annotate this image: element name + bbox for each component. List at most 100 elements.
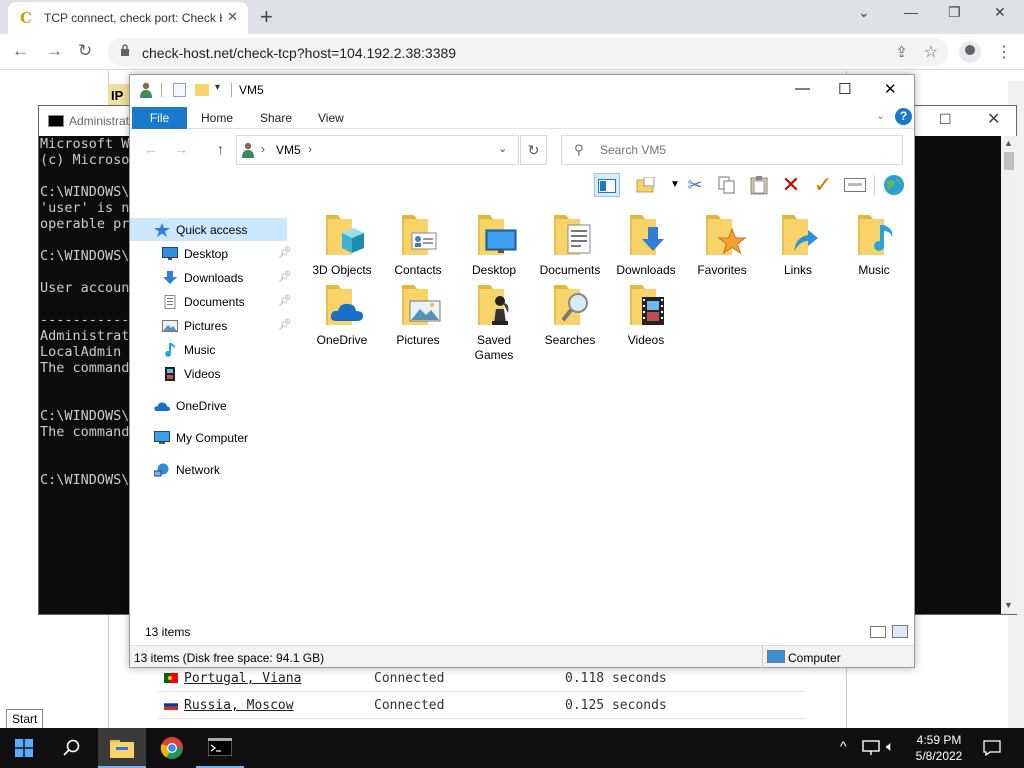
explorer-address-bar[interactable]: › VM5 › ⌄ [236, 135, 519, 165]
browser-tab[interactable]: C TCP connect, check port: Check Host ✕ [8, 2, 248, 34]
tab-view[interactable]: View [318, 111, 344, 125]
chevron-up-icon[interactable]: ^ [840, 738, 847, 754]
folder-item[interactable]: Favorites [685, 211, 759, 278]
customize-toolbar-icon[interactable]: ▾ [215, 82, 220, 93]
checkmark-icon[interactable]: ✓ [810, 173, 836, 197]
folder-item[interactable]: Desktop [457, 211, 531, 278]
search-input[interactable] [600, 141, 890, 159]
folder-item[interactable]: Saved Games [457, 281, 531, 363]
new-folder-button[interactable] [633, 173, 659, 197]
maximize-icon[interactable]: ☐ [939, 111, 952, 128]
sidebar-item-quick-access[interactable]: Quick access [154, 219, 280, 241]
chrome-taskbar-button[interactable] [148, 728, 196, 768]
forward-arrow-icon[interactable]: → [46, 41, 63, 61]
delete-icon[interactable]: ✕ [778, 173, 804, 197]
folder-item[interactable]: Downloads [609, 211, 683, 278]
cmd-scrollbar[interactable]: ▲ ▼ [1001, 136, 1017, 614]
help-button[interactable]: ? [895, 108, 912, 125]
copy-button[interactable] [714, 173, 740, 197]
sidebar-item-my-computer[interactable]: My Computer [154, 427, 280, 449]
folder-item[interactable]: Pictures [381, 281, 455, 348]
reload-icon[interactable]: ↻ [78, 41, 92, 61]
globe-icon[interactable] [881, 173, 907, 197]
folder-item[interactable]: Links [761, 211, 835, 278]
expand-ribbon-icon[interactable]: ⌄ [876, 109, 885, 122]
rename-icon [844, 178, 866, 192]
network-icon[interactable] [862, 740, 880, 756]
sidebar-item-downloads[interactable]: Downloads 📌︎ [162, 267, 292, 289]
preview-pane-button[interactable] [594, 173, 620, 197]
pin-icon[interactable]: 📌︎ [278, 270, 292, 283]
folder-item[interactable]: 3D Objects [305, 211, 379, 278]
start-button[interactable] [0, 728, 48, 768]
scroll-thumb[interactable] [1004, 152, 1014, 170]
chevron-right-icon[interactable]: › [308, 142, 312, 156]
sidebar-item-desktop[interactable]: Desktop 📌︎ [162, 243, 292, 265]
up-arrow-icon[interactable]: ↑ [217, 141, 224, 157]
profile-avatar-icon[interactable] [959, 41, 981, 63]
sidebar-item-pictures[interactable]: Pictures 📌︎ [162, 315, 292, 337]
tab-share[interactable]: Share [260, 111, 292, 125]
scroll-down-icon[interactable]: ▼ [1004, 600, 1013, 610]
maximize-icon[interactable]: ☐ [838, 80, 851, 98]
close-icon[interactable]: ✕ [884, 80, 897, 98]
address-bar[interactable]: check-host.net/check-tcp?host=104.192.2.… [108, 38, 948, 66]
sidebar-item-videos[interactable]: Videos [162, 363, 280, 385]
folder-item[interactable]: Music [837, 211, 911, 278]
close-icon[interactable]: ✕ [987, 109, 1000, 129]
location-link[interactable]: Portugal, Viana [184, 671, 301, 686]
search-box[interactable]: ⚲ [561, 135, 903, 165]
back-arrow-icon[interactable]: ← [144, 141, 158, 157]
sidebar-item-network[interactable]: Network [153, 459, 280, 481]
minimize-icon[interactable]: — [795, 80, 810, 97]
cut-icon[interactable]: ✂ [682, 173, 708, 197]
folder-item[interactable]: Searches [533, 281, 607, 348]
minimize-icon[interactable]: — [904, 4, 918, 20]
share-icon[interactable]: ⇪ [895, 43, 908, 61]
search-button[interactable] [48, 728, 96, 768]
folder-item[interactable]: OneDrive [305, 281, 379, 348]
refresh-button[interactable]: ↻ [520, 135, 547, 165]
scroll-up-icon[interactable]: ▲ [1004, 138, 1013, 148]
details-view-icon[interactable] [870, 626, 886, 638]
properties-icon[interactable] [173, 83, 186, 97]
folder-item[interactable]: Videos [609, 281, 683, 348]
explorer-title-bar[interactable]: ▾ VM5 — ☐ ✕ [130, 75, 914, 105]
tab-file[interactable]: File [132, 107, 187, 129]
restore-icon[interactable]: ❐ [948, 4, 961, 21]
rename-button[interactable] [842, 173, 868, 197]
tab-home[interactable]: Home [201, 111, 233, 125]
chevron-right-icon[interactable]: › [261, 142, 265, 156]
sidebar-item-onedrive[interactable]: OneDrive [154, 395, 280, 417]
new-folder-icon[interactable] [195, 84, 209, 96]
close-tab-icon[interactable]: ✕ [227, 9, 238, 25]
chevron-down-icon[interactable]: ⌄ [498, 142, 507, 155]
sidebar-item-music[interactable]: Music [162, 339, 280, 361]
pin-icon[interactable]: 📌︎ [278, 246, 292, 259]
system-clock[interactable]: 4:59 PM 5/8/2022 [903, 732, 975, 764]
file-explorer-window: ▾ VM5 — ☐ ✕ File Home Share View ⌄ ? ← →… [129, 74, 915, 668]
folder-item[interactable]: Documents [533, 211, 607, 278]
menu-dots-icon[interactable]: ⋮ [996, 42, 1012, 62]
location-link[interactable]: Russia, Moscow [184, 698, 294, 713]
cmd-taskbar-button[interactable] [196, 728, 244, 768]
cmd-icon [208, 738, 232, 756]
pin-icon[interactable]: 📌︎ [278, 318, 292, 331]
bookmark-star-icon[interactable]: ☆ [924, 42, 938, 62]
new-tab-button[interactable]: + [260, 4, 273, 30]
volume-icon[interactable]: 🔈︎ [886, 738, 894, 755]
notifications-icon[interactable] [983, 740, 1001, 756]
close-window-icon[interactable]: ✕ [994, 4, 1006, 21]
folder-content-view: 3D Objects Contacts Desktop Documents Downlo… [296, 201, 914, 609]
back-arrow-icon[interactable]: ← [12, 41, 29, 61]
chevron-down-icon[interactable]: ⌄ [858, 4, 870, 21]
breadcrumb[interactable]: VM5 [276, 143, 301, 157]
sidebar-item-documents[interactable]: Documents 📌︎ [162, 291, 292, 313]
large-icons-view-icon[interactable] [892, 625, 908, 638]
down-arrow-icon [622, 211, 670, 259]
forward-arrow-icon[interactable]: → [174, 141, 188, 157]
pin-icon[interactable]: 📌︎ [278, 294, 292, 307]
folder-item[interactable]: Contacts [381, 211, 455, 278]
file-explorer-taskbar-button[interactable] [98, 728, 146, 768]
paste-button[interactable] [746, 173, 772, 197]
